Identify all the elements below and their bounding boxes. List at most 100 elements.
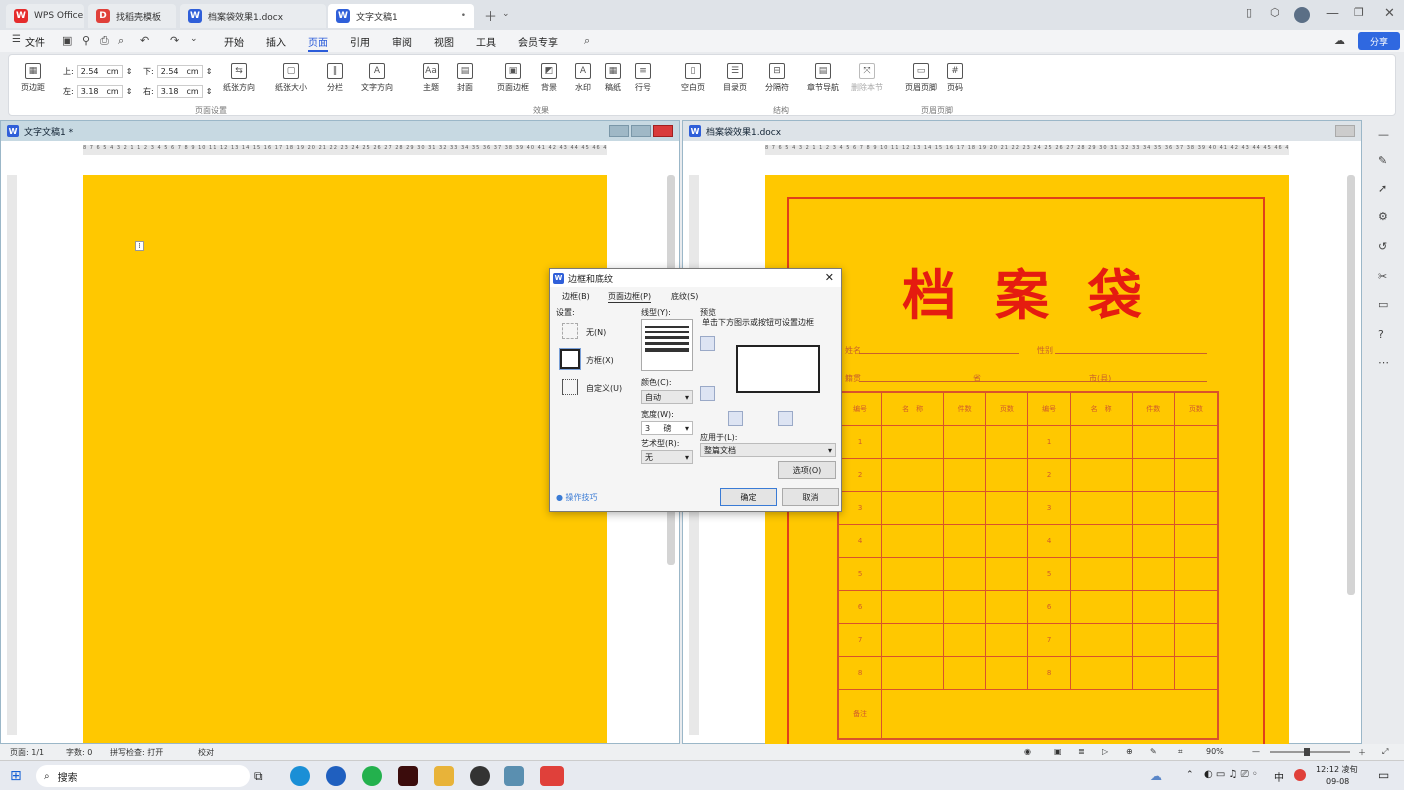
close-button[interactable] — [653, 125, 673, 137]
restore-icon[interactable]: ❐ — [1354, 6, 1364, 19]
background-button[interactable]: ◩ 背景 — [541, 63, 557, 93]
setting-custom[interactable]: 自定义(U) — [586, 383, 622, 394]
clock-date[interactable]: 09-08 — [1326, 777, 1349, 786]
page-number-button[interactable]: # 页码 — [947, 63, 963, 93]
pen-icon[interactable]: ✎ — [1378, 154, 1387, 167]
menu-home[interactable]: 开始 — [224, 34, 244, 49]
tab-docer-templates[interactable]: D 找稻壳模板 — [88, 4, 176, 28]
app-icon[interactable] — [504, 766, 524, 786]
ok-button[interactable]: 确定 — [720, 488, 777, 506]
tab-archive-doc[interactable]: W 档案袋效果1.docx — [180, 4, 326, 28]
tips-link[interactable]: ● 操作技巧 — [556, 492, 598, 503]
outline-icon[interactable]: ≣ — [1078, 747, 1085, 756]
redo-icon[interactable]: ↷ — [170, 34, 179, 47]
restore-button[interactable] — [631, 125, 651, 137]
spin-icon[interactable]: ⇕ — [126, 87, 133, 96]
spin-icon[interactable]: ⇕ — [206, 67, 213, 76]
tray-icons[interactable]: ◐ ▭ ♫ ⎚ ◦ — [1204, 769, 1258, 780]
margin-right-field[interactable]: 右: 3.18 cm ⇕ — [143, 85, 212, 98]
margins-button[interactable]: ▦ 页边距 — [21, 63, 45, 93]
cover-button[interactable]: ▤ 封面 — [457, 63, 473, 93]
cloud-icon[interactable]: ☁ — [1334, 34, 1345, 47]
chevron-down-icon[interactable]: ⌄ — [502, 9, 510, 19]
zoom-level[interactable]: 90% — [1206, 747, 1224, 756]
wechat-icon[interactable] — [362, 766, 382, 786]
clock-time[interactable]: 12:12 凌旬 — [1316, 764, 1358, 775]
width-select[interactable]: 3 磅 ▾ — [641, 421, 693, 435]
tab-shading[interactable]: 底纹(S) — [671, 291, 698, 302]
sliders-icon[interactable]: ⚙ — [1378, 210, 1388, 223]
layout-icon[interactable]: ▯ — [1246, 6, 1252, 19]
minimize-button[interactable] — [609, 125, 629, 137]
spin-icon[interactable]: ⇕ — [206, 87, 213, 96]
illustrator-icon[interactable] — [398, 766, 418, 786]
margin-bottom-field[interactable]: 下: 2.54 cm ⇕ — [143, 65, 212, 78]
menu-tools[interactable]: 工具 — [476, 34, 496, 49]
margin-top-field[interactable]: 上: 2.54 cm ⇕ — [63, 65, 132, 78]
link-icon[interactable]: ⚲ — [82, 34, 90, 47]
menu-references[interactable]: 引用 — [350, 34, 370, 49]
help-icon[interactable]: ? — [1378, 328, 1384, 341]
weather-icon[interactable]: ☁ — [1150, 769, 1162, 783]
restore-button[interactable] — [1335, 125, 1355, 137]
paper-size-button[interactable]: ▢ 纸张大小 — [275, 63, 307, 93]
new-tab-icon[interactable]: ＋ — [484, 6, 497, 25]
share-button[interactable]: 分享 — [1358, 32, 1400, 50]
vertical-scrollbar[interactable] — [1347, 175, 1355, 595]
tab-text-doc-1[interactable]: W 文字文稿1 • — [328, 4, 474, 28]
art-select[interactable]: 无 ▾ — [641, 450, 693, 464]
tab-borders[interactable]: 边框(B) — [562, 291, 590, 302]
notification-icon[interactable]: ▭ — [1378, 768, 1389, 782]
search-icon[interactable]: ⌕ — [584, 34, 590, 48]
avatar[interactable] — [1294, 7, 1310, 23]
web-icon[interactable]: ⊕ — [1126, 747, 1133, 756]
close-icon[interactable]: ✕ — [1384, 6, 1395, 21]
tab-page-border[interactable]: 页面边框(P) — [608, 291, 652, 303]
bottom-border-toggle[interactable] — [700, 386, 715, 401]
setting-none[interactable]: 无(N) — [586, 327, 606, 338]
margin-left-field[interactable]: 左: 3.18 cm ⇕ — [63, 85, 132, 98]
cursor-icon[interactable]: ➚ — [1378, 182, 1387, 195]
menu-file[interactable]: 文件 — [25, 34, 45, 49]
menu-vip[interactable]: 会员专享 — [518, 34, 558, 49]
horizontal-ruler[interactable]: 8 7 6 5 4 3 2 1 1 2 3 4 5 6 7 8 9 10 11 … — [765, 145, 1289, 155]
color-select[interactable]: 自动 ▾ — [641, 390, 693, 404]
right-border-toggle[interactable] — [778, 411, 793, 426]
windows-start-icon[interactable]: ⊞ — [10, 768, 22, 784]
delete-section-button[interactable]: ⤧ 删除本节 — [851, 63, 883, 93]
edge-icon[interactable] — [290, 766, 310, 786]
horizontal-ruler[interactable]: 8 7 6 5 4 3 2 1 1 2 3 4 5 6 7 8 9 10 11 … — [83, 145, 607, 155]
left-border-toggle[interactable] — [728, 411, 743, 426]
menu-review[interactable]: 审阅 — [392, 34, 412, 49]
proof-button[interactable]: 校对 — [198, 747, 214, 758]
line-number-button[interactable]: ≡ 行号 — [635, 63, 651, 93]
task-view-icon[interactable]: ⧉ — [254, 769, 274, 789]
more-icon[interactable]: ⋯ — [1378, 356, 1389, 369]
vertical-ruler[interactable] — [7, 175, 17, 735]
zoom-in-icon[interactable]: ＋ — [1358, 747, 1366, 758]
setting-box[interactable]: 方框(X) — [586, 355, 614, 366]
line-style-list[interactable] — [641, 319, 693, 371]
save-icon[interactable]: ▣ — [62, 34, 72, 47]
menu-page[interactable]: 页面 — [308, 34, 328, 52]
zoom-slider[interactable] — [1270, 748, 1350, 756]
top-border-toggle[interactable] — [700, 336, 715, 351]
sogou-icon[interactable] — [1294, 769, 1306, 781]
fullscreen-icon[interactable]: ⤢ — [1382, 747, 1388, 757]
theme-button[interactable]: Aa 主题 — [423, 63, 439, 93]
wps-taskbar-icon[interactable] — [540, 766, 564, 786]
eye-icon[interactable]: ◉ — [1024, 747, 1031, 756]
paste-options-icon[interactable]: ⁞ — [135, 241, 144, 251]
tab-dot-icon[interactable]: • — [461, 11, 466, 21]
fit-icon[interactable]: ⌗ — [1178, 747, 1183, 757]
cube-icon[interactable]: ⬡ — [1270, 6, 1280, 19]
share-panel-icon[interactable]: ↺ — [1378, 240, 1387, 253]
watermark-button[interactable]: A 水印 — [575, 63, 591, 93]
tools-icon[interactable]: ✂ — [1378, 270, 1387, 283]
folder-icon[interactable] — [434, 766, 454, 786]
blank-page-button[interactable]: ▯ 空白页 — [681, 63, 705, 93]
book-icon[interactable]: ▭ — [1378, 298, 1388, 311]
page-border-button[interactable]: ▣ 页面边框 — [497, 63, 529, 93]
apply-to-select[interactable]: 整篇文档 ▾ — [700, 443, 836, 457]
taskbar-search[interactable]: ⌕ 搜索 — [36, 765, 250, 787]
